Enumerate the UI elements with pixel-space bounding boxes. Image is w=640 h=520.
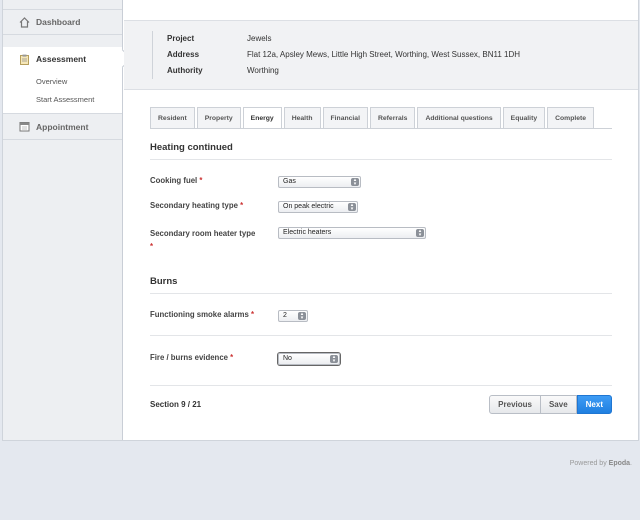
select-value: Electric heaters [283, 229, 332, 236]
required-marker: * [240, 201, 244, 210]
info-value: Flat 12a, Apsley Mews, Little High Stree… [247, 50, 521, 59]
updown-arrow-icon: ▴ ▾ [348, 203, 356, 212]
sidebar-item-label: Assessment [36, 54, 87, 64]
label-text: Secondary heating type [150, 201, 238, 210]
info-value: Jewels [247, 34, 272, 43]
select-value: 2 [283, 312, 287, 319]
tab-additional-questions[interactable]: Additional questions [417, 107, 501, 128]
label-text: Secondary room heater type [150, 229, 256, 238]
field-cooking-fuel: Cooking fuel * Gas ▴ ▾ [150, 176, 612, 188]
next-button[interactable]: Next [576, 395, 612, 414]
required-marker: * [150, 242, 154, 251]
info-key: Address [167, 50, 200, 59]
info-key: Authority [167, 66, 203, 75]
home-icon [19, 16, 30, 28]
select-value: On peak electric [283, 203, 334, 210]
field-secondary-room-heater-type: Secondary room heater type * Electric hea… [150, 227, 612, 253]
sidebar-item-appointment[interactable]: Appointment [3, 114, 122, 140]
tab-health[interactable]: Health [283, 107, 321, 128]
select-value: No [283, 355, 292, 362]
tab-complete[interactable]: Complete [547, 107, 595, 128]
divider [150, 335, 612, 336]
project-info: Project Jewels Address Flat 12a, Apsley … [152, 31, 520, 79]
assessment-tabs: Resident Property Energy Health Financia… [150, 107, 596, 129]
tab-resident[interactable]: Resident [150, 107, 195, 128]
info-key: Project [167, 34, 195, 43]
required-marker: * [250, 310, 255, 319]
save-button[interactable]: Save [540, 395, 577, 414]
powered-by: Powered by Epoda. [570, 460, 632, 467]
section-progress: Section 9 / 21 [150, 400, 202, 409]
sidebar-item-assessment[interactable]: Assessment [3, 47, 122, 71]
project-info-panel: Project Jewels Address Flat 12a, Apsley … [124, 20, 638, 90]
updown-arrow-icon: ▴ ▾ [351, 178, 359, 187]
clipboard-icon [19, 54, 30, 65]
tab-energy[interactable]: Energy [242, 107, 282, 129]
divider [150, 385, 612, 386]
functioning-smoke-alarms-select[interactable]: 2 ▴ ▾ [278, 310, 308, 322]
form-buttons: Previous Save Next [489, 395, 612, 414]
sidebar: Dashboard Assessment Overview Start Asse… [3, 0, 123, 440]
tab-referrals[interactable]: Referrals [369, 107, 416, 128]
assessment-subnav: Overview Start Assessment [3, 71, 122, 114]
powered-by-prefix: Powered by [569, 460, 607, 467]
label-text: Functioning smoke alarms [150, 310, 249, 319]
field-fire-burns-evidence: Fire / burns evidence * No ▴ ▾ [150, 353, 612, 365]
updown-arrow-icon: ▴ ▾ [298, 312, 306, 321]
updown-arrow-icon: ▴ ▾ [330, 355, 338, 364]
updown-arrow-icon: ▴ ▾ [416, 229, 424, 238]
section-title-burns: Burns [150, 276, 612, 294]
powered-by-brand[interactable]: Epoda [609, 460, 630, 467]
label-text: Cooking fuel [150, 176, 198, 185]
app-window: Dashboard Assessment Overview Start Asse… [2, 0, 639, 441]
tab-equality[interactable]: Equality [502, 107, 546, 128]
select-value: Gas [283, 178, 296, 185]
tabs-divider [150, 128, 612, 129]
info-row-address: Address Flat 12a, Apsley Mews, Little Hi… [167, 47, 520, 63]
field-label: Cooking fuel * [150, 176, 278, 185]
field-label: Secondary room heater type * [150, 227, 278, 253]
info-row-project: Project Jewels [167, 31, 520, 47]
form-content: Heating continued Cooking fuel * Gas ▴ ▾ … [150, 142, 612, 386]
sidebar-item-label: Dashboard [36, 17, 81, 27]
subnav-item-start-assessment[interactable]: Start Assessment [3, 91, 122, 109]
sidebar-item-dashboard[interactable]: Dashboard [3, 9, 122, 35]
cooking-fuel-select[interactable]: Gas ▴ ▾ [278, 176, 361, 188]
main-content: Resident Property Energy Health Financia… [124, 90, 638, 440]
field-label: Functioning smoke alarms * [150, 310, 278, 319]
info-row-authority: Authority Worthing [167, 63, 520, 79]
tab-financial[interactable]: Financial [322, 107, 368, 128]
field-functioning-smoke-alarms: Functioning smoke alarms * 2 ▴ ▾ [150, 310, 612, 322]
info-value: Worthing [247, 66, 279, 75]
fire-burns-evidence-select[interactable]: No ▴ ▾ [278, 353, 340, 365]
calendar-icon [19, 121, 30, 132]
field-label: Fire / burns evidence * [150, 353, 278, 362]
subnav-item-overview[interactable]: Overview [3, 73, 122, 91]
powered-by-suffix: . [630, 460, 632, 467]
tab-property[interactable]: Property [196, 107, 241, 128]
required-marker: * [230, 353, 234, 362]
secondary-room-heater-type-select[interactable]: Electric heaters ▴ ▾ [278, 227, 426, 239]
sidebar-item-label: Appointment [36, 121, 89, 132]
secondary-heating-type-select[interactable]: On peak electric ▴ ▾ [278, 201, 358, 213]
required-marker: * [199, 176, 203, 185]
field-secondary-heating-type: Secondary heating type * On peak electri… [150, 201, 612, 213]
section-title-heating: Heating continued [150, 142, 612, 160]
label-text: Fire / burns evidence [150, 353, 228, 362]
previous-button[interactable]: Previous [489, 395, 541, 414]
field-label: Secondary heating type * [150, 201, 278, 210]
